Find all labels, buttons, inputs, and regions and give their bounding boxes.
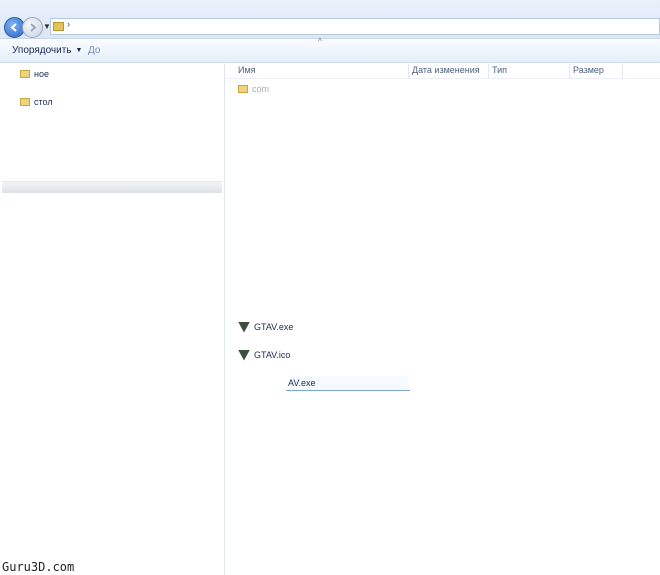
command-bar: Упорядочить ▼ До ^ — [0, 37, 660, 63]
column-divider[interactable] — [622, 63, 623, 78]
nav-item[interactable]: ное — [20, 69, 49, 79]
nav-item-desktop[interactable]: стол — [20, 97, 53, 107]
column-divider[interactable] — [408, 63, 409, 78]
file-row[interactable]: GTAV.exe — [238, 320, 293, 334]
nav-item-label: ное — [34, 69, 49, 79]
file-name: GTAV.ico — [254, 350, 291, 360]
file-row-renaming[interactable]: AV.exe — [288, 376, 316, 390]
column-header-row: Имя Дата изменения Тип Размер — [226, 63, 660, 79]
address-bar: ▼ › — [0, 0, 660, 39]
column-header-date[interactable]: Дата изменения — [412, 65, 480, 75]
forward-button[interactable] — [22, 17, 43, 38]
file-name: AV.exe — [288, 378, 316, 388]
watermark: Guru3D.com — [2, 560, 75, 574]
dropdown-arrow-icon: ▼ — [75, 46, 83, 54]
column-header-size[interactable]: Размер — [573, 65, 604, 75]
sort-chevron-icon: ^ — [318, 37, 322, 46]
folder-icon — [238, 85, 248, 93]
organize-button[interactable]: Упорядочить ▼ — [6, 42, 88, 58]
nav-scrollbar[interactable] — [2, 181, 222, 193]
breadcrumb-separator-icon[interactable]: › — [67, 19, 70, 29]
file-name: com — [252, 84, 270, 94]
forward-arrow-icon — [30, 23, 37, 32]
toolbar-command-button[interactable]: До — [88, 45, 100, 56]
column-header-name[interactable]: Имя — [238, 65, 256, 75]
column-divider[interactable] — [569, 63, 570, 78]
folder-icon — [53, 22, 64, 31]
file-row[interactable]: com — [238, 82, 269, 96]
column-divider[interactable] — [488, 63, 489, 78]
folder-icon — [20, 70, 30, 78]
gtav-app-icon — [238, 349, 250, 361]
rename-underline — [286, 390, 410, 391]
gtav-app-icon — [238, 321, 250, 333]
address-path-box[interactable]: › — [50, 18, 660, 35]
back-arrow-icon — [10, 23, 17, 32]
column-header-type[interactable]: Тип — [492, 65, 507, 75]
organize-label: Упорядочить — [12, 44, 72, 56]
nav-item-label: стол — [34, 97, 53, 107]
desktop-icon — [20, 98, 30, 106]
file-name: GTAV.exe — [254, 322, 294, 332]
navigation-pane: ное стол — [0, 63, 225, 575]
file-row[interactable]: GTAV.ico — [238, 348, 290, 362]
